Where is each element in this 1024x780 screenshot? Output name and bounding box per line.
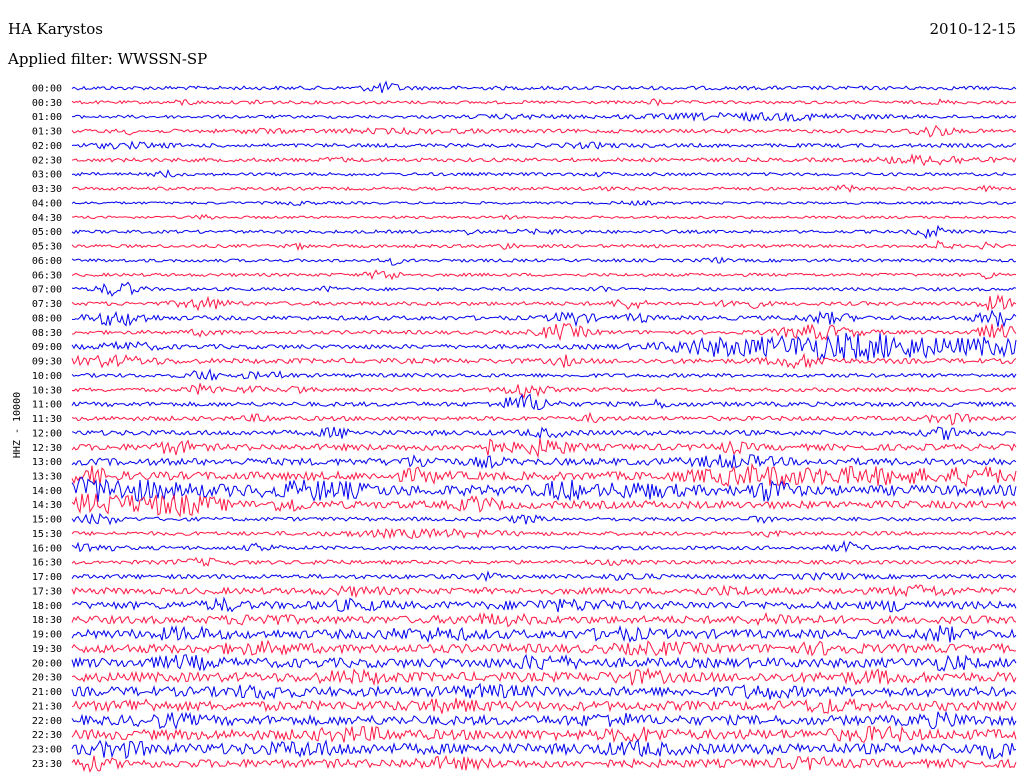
trace-2130: [71, 697, 1017, 714]
time-label-0200: 02:00: [32, 141, 62, 152]
trace-0530: [71, 239, 1017, 252]
time-label-1130: 11:30: [32, 414, 62, 425]
time-label-0330: 03:30: [32, 184, 62, 195]
time-label-2130: 21:30: [32, 701, 62, 712]
trace-0900: [71, 332, 1017, 361]
trace-1530: [71, 527, 1017, 540]
trace-1200: [71, 426, 1017, 441]
time-label-0700: 07:00: [32, 285, 62, 296]
trace-group: [71, 80, 1017, 774]
time-label-0400: 04:00: [32, 198, 62, 209]
time-label-2300: 23:00: [32, 745, 62, 756]
trace-0200: [71, 140, 1016, 151]
trace-0400: [71, 199, 1017, 207]
trace-1500: [71, 512, 1017, 526]
time-label-1300: 13:00: [32, 457, 62, 468]
time-label-0930: 09:30: [32, 357, 62, 368]
time-label-1030: 10:30: [32, 385, 62, 396]
trace-0030: [71, 98, 1017, 107]
time-label-1430: 14:30: [32, 500, 62, 511]
time-label-1900: 19:00: [32, 630, 62, 641]
time-label-0130: 01:30: [32, 127, 62, 138]
time-label-1230: 12:30: [32, 443, 62, 454]
time-label-1830: 18:30: [32, 615, 62, 626]
time-label-1200: 12:00: [32, 428, 62, 439]
time-label-2200: 22:00: [32, 716, 62, 727]
time-label-1630: 16:30: [32, 558, 62, 569]
trace-0430: [72, 213, 1017, 221]
trace-2000: [71, 653, 1017, 672]
trace-1000: [71, 368, 1017, 381]
trace-0330: [71, 184, 1017, 194]
time-label-0000: 00:00: [32, 84, 62, 95]
time-label-0300: 03:00: [32, 170, 62, 181]
trace-0300: [71, 168, 1017, 179]
time-label-0030: 00:30: [32, 98, 62, 109]
time-label-1100: 11:00: [32, 400, 62, 411]
time-label-0800: 08:00: [32, 313, 62, 324]
trace-1630: [71, 556, 1017, 567]
trace-0130: [71, 124, 1017, 138]
time-label-0430: 04:30: [32, 213, 62, 224]
time-label-0500: 05:00: [32, 227, 62, 238]
trace-1930: [71, 639, 1017, 657]
time-label-0100: 01:00: [32, 112, 62, 123]
time-label-1730: 17:30: [32, 586, 62, 597]
trace-1400: [71, 476, 1017, 503]
time-label-0730: 07:30: [32, 299, 62, 310]
trace-1100: [71, 393, 1017, 411]
trace-1900: [71, 624, 1017, 643]
time-label-0600: 06:00: [32, 256, 62, 267]
time-label-0830: 08:30: [32, 328, 62, 339]
time-label-group: 00:00 00:30 01:00 01:30 02:00 02:30 03:00 03:30…: [32, 84, 62, 770]
trace-2200: [71, 710, 1017, 730]
time-label-1600: 16:00: [32, 543, 62, 554]
trace-2100: [71, 682, 1017, 701]
trace-1300: [71, 454, 1017, 470]
trace-1130: [71, 411, 1017, 426]
time-label-2230: 22:30: [32, 730, 62, 741]
time-label-0530: 05:30: [32, 242, 62, 253]
trace-0700: [71, 281, 1017, 297]
trace-0500: [71, 224, 1017, 240]
time-label-2000: 20:00: [32, 658, 62, 669]
trace-1430: [71, 493, 1017, 518]
trace-2330: [71, 755, 1017, 774]
trace-1800: [71, 596, 1017, 613]
trace-0800: [71, 309, 1017, 328]
trace-1030: [71, 383, 1017, 400]
time-label-1400: 14:00: [32, 486, 62, 497]
trace-0100: [71, 110, 1017, 123]
time-label-0230: 02:30: [32, 155, 62, 166]
time-label-2100: 21:00: [32, 687, 62, 698]
trace-1830: [71, 611, 1017, 628]
time-label-1330: 13:30: [32, 471, 62, 482]
trace-2030: [71, 667, 1017, 686]
time-label-0900: 09:00: [32, 342, 62, 353]
trace-0000: [71, 80, 1017, 94]
trace-2300: [71, 739, 1017, 761]
trace-0730: [71, 293, 1017, 312]
trace-2230: [71, 725, 1017, 744]
time-label-1000: 10:00: [32, 371, 62, 382]
time-label-0630: 06:30: [32, 270, 62, 281]
time-label-2330: 23:30: [32, 759, 62, 770]
trace-1330: [71, 462, 1017, 488]
helicorder-plot: 00:00 00:30 01:00 01:30 02:00 02:30 03:00 03:30…: [32, 80, 1017, 774]
time-label-1930: 19:30: [32, 644, 62, 655]
time-label-1800: 18:00: [32, 601, 62, 612]
trace-1730: [71, 584, 1017, 599]
trace-1600: [71, 539, 1017, 553]
trace-0230: [71, 153, 1017, 167]
trace-1700: [71, 570, 1017, 583]
time-label-1500: 15:00: [32, 515, 62, 526]
trace-0830: [71, 322, 1017, 342]
time-label-2030: 20:30: [32, 673, 62, 684]
time-label-1530: 15:30: [32, 529, 62, 540]
time-label-1700: 17:00: [32, 572, 62, 583]
trace-1230: [71, 438, 1017, 459]
trace-0600: [71, 256, 1017, 266]
trace-0630: [71, 269, 1017, 281]
